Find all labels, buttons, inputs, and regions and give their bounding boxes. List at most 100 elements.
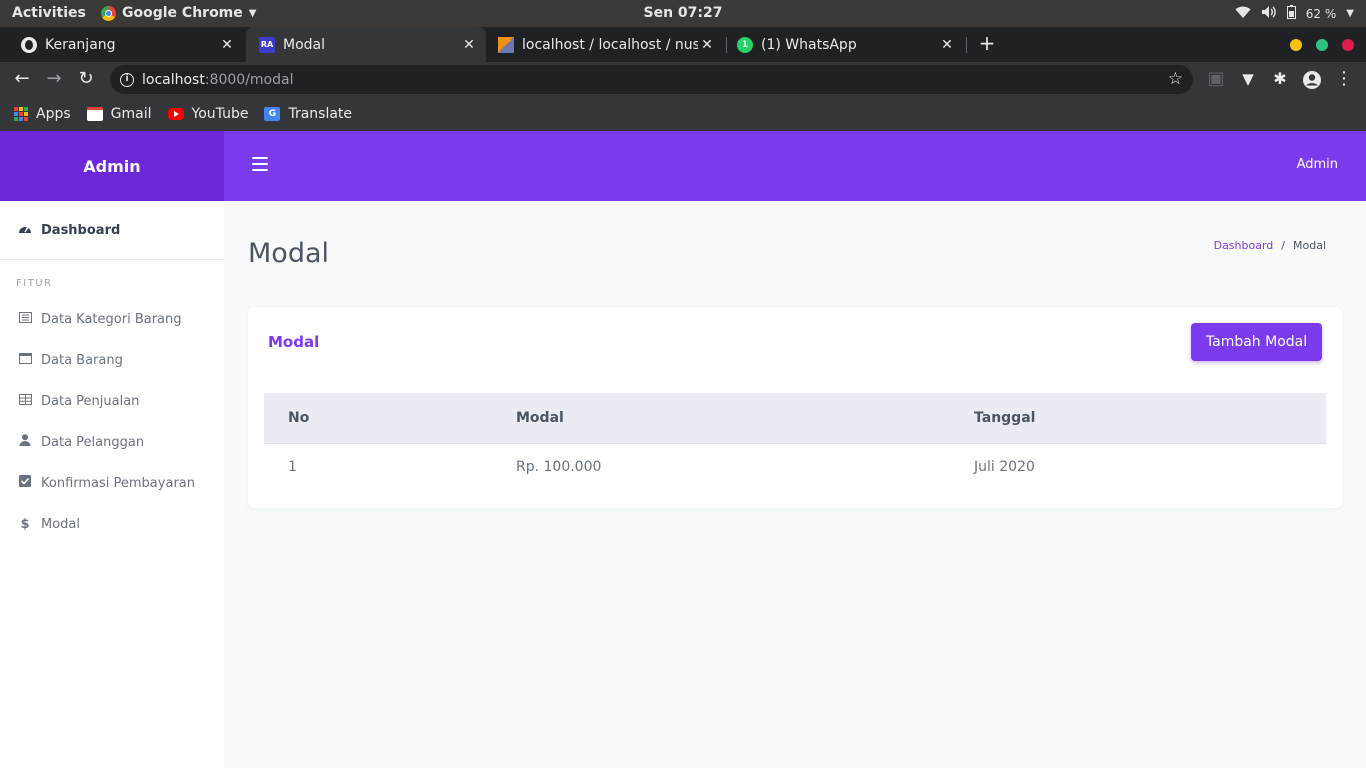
tab-keranjang[interactable]: Keranjang ✕ <box>0 27 244 62</box>
bookmark-label: Gmail <box>110 106 152 122</box>
column-header-no[interactable]: No <box>264 393 516 444</box>
tab-title: Keranjang <box>45 36 116 53</box>
puzzle-icon[interactable]: ✱ <box>1268 69 1292 88</box>
activities-button[interactable]: Activities <box>12 5 86 21</box>
app-menu[interactable]: Google Chrome ▼ <box>101 5 256 21</box>
maximize-button[interactable] <box>1316 39 1328 51</box>
column-header-modal[interactable]: Modal <box>516 393 974 444</box>
window-icon <box>17 352 33 368</box>
sidebar-item-dashboard[interactable]: Dashboard <box>0 215 224 245</box>
caret-down-icon: ▼ <box>248 7 257 19</box>
sidebar-divider <box>0 259 224 260</box>
close-icon[interactable]: ✕ <box>218 37 236 53</box>
vue-devtools-icon[interactable]: ▼ <box>1236 70 1260 88</box>
close-icon[interactable]: ✕ <box>698 37 716 53</box>
tab-phpmyadmin[interactable]: localhost / localhost / nus ✕ <box>488 27 724 62</box>
sidebar: Dashboard FITUR Data Kategori Barang Dat… <box>0 201 224 768</box>
user-menu[interactable]: Admin <box>1297 157 1338 172</box>
system-top-bar: Activities Google Chrome ▼ Sen 07:27 62 … <box>0 0 1366 27</box>
tambah-modal-button[interactable]: Tambah Modal <box>1191 323 1322 361</box>
card-title: Modal <box>268 333 320 351</box>
bookmark-label: Apps <box>36 106 71 122</box>
breadcrumb: Dashboard / Modal <box>1214 239 1326 252</box>
column-header-tanggal[interactable]: Tanggal <box>974 393 1326 444</box>
battery-percent: 62 % <box>1305 6 1337 21</box>
bookmark-gmail[interactable]: Gmail <box>86 106 152 122</box>
close-window-button[interactable] <box>1342 39 1354 51</box>
info-icon[interactable]: i <box>120 72 134 87</box>
browser-toolbar: ← → ↻ i localhost:8000/modal ☆ ▣ ▼ ✱ ⋮ <box>0 62 1366 97</box>
sidebar-item-data-penjualan[interactable]: Data Penjualan <box>0 386 224 416</box>
phpmyadmin-icon <box>498 36 514 53</box>
minimize-button[interactable] <box>1290 39 1302 51</box>
system-tray[interactable]: 62 % ▼ <box>1235 5 1354 22</box>
sidebar-item-label: Data Barang <box>41 352 123 368</box>
breadcrumb-separator: / <box>1281 239 1285 252</box>
check-square-icon <box>17 475 33 491</box>
tab-modal[interactable]: RA Modal ✕ <box>246 27 486 62</box>
chrome-icon <box>101 5 116 21</box>
tab-title: localhost / localhost / nus <box>522 36 698 53</box>
sidebar-item-modal[interactable]: $ Modal <box>0 509 224 539</box>
volume-icon <box>1261 5 1277 22</box>
close-icon[interactable]: ✕ <box>938 37 956 53</box>
sidebar-item-label: Data Penjualan <box>41 393 140 409</box>
bookmark-label: YouTube <box>191 106 249 122</box>
url-path: :8000/modal <box>204 71 294 88</box>
list-icon <box>17 311 33 327</box>
sidebar-item-data-pelanggan[interactable]: Data Pelanggan <box>0 427 224 457</box>
brand-logo[interactable]: Admin <box>0 131 224 201</box>
table-header-row: No Modal Tanggal <box>264 393 1326 444</box>
menu-kebab-icon[interactable]: ⋮ <box>1332 68 1356 89</box>
sidebar-item-konfirmasi-pembayaran[interactable]: Konfirmasi Pembayaran <box>0 468 224 498</box>
new-tab-button[interactable]: + <box>976 31 998 55</box>
tab-title: (1) WhatsApp <box>761 36 857 53</box>
app-name: Google Chrome <box>122 5 243 21</box>
star-icon[interactable]: ☆ <box>1168 69 1183 89</box>
back-icon[interactable]: ← <box>10 68 34 89</box>
dashboard-gauge-icon <box>17 222 33 238</box>
sidebar-item-data-barang[interactable]: Data Barang <box>0 345 224 375</box>
address-bar[interactable]: i localhost:8000/modal ☆ <box>110 65 1193 94</box>
modal-card: Modal Tambah Modal No Modal Tanggal 1 Rp… <box>248 307 1342 508</box>
breadcrumb-current: Modal <box>1293 239 1326 252</box>
caret-down-icon: ▼ <box>1346 8 1354 19</box>
bookmark-translate[interactable]: G Translate <box>264 106 352 122</box>
tab-title: Modal <box>283 36 325 53</box>
battery-icon <box>1286 5 1296 22</box>
user-icon <box>17 434 33 450</box>
tab-whatsapp[interactable]: 1 (1) WhatsApp ✕ <box>728 27 964 62</box>
profile-icon[interactable] <box>1300 70 1324 95</box>
reload-icon[interactable]: ↻ <box>74 68 98 89</box>
page-title: Modal <box>248 238 329 269</box>
bookmark-youtube[interactable]: YouTube <box>167 106 249 122</box>
cell-tanggal: Juli 2020 <box>974 459 1035 476</box>
sidebar-item-data-kategori-barang[interactable]: Data Kategori Barang <box>0 304 224 334</box>
wifi-icon <box>1235 6 1251 22</box>
translate-icon: G <box>264 107 281 121</box>
hamburger-menu-icon[interactable] <box>252 157 268 171</box>
cell-modal: Rp. 100.000 <box>516 459 602 476</box>
bookmark-apps[interactable]: Apps <box>14 106 71 122</box>
bookmarks-bar: Apps Gmail YouTube G Translate <box>0 97 1366 131</box>
whatsapp-icon: 1 <box>737 36 753 53</box>
cell-no: 1 <box>288 459 297 476</box>
sidebar-item-label: Konfirmasi Pembayaran <box>41 475 195 491</box>
breadcrumb-dashboard-link[interactable]: Dashboard <box>1214 239 1274 252</box>
sidebar-item-label: Data Pelanggan <box>41 434 145 450</box>
close-icon[interactable]: ✕ <box>460 37 478 53</box>
ra-favicon: RA <box>259 36 275 53</box>
extension-cast-icon[interactable]: ▣ <box>1204 68 1228 89</box>
tab-strip: Keranjang ✕ RA Modal ✕ localhost / local… <box>0 27 1366 62</box>
sidebar-section-heading: FITUR <box>16 278 53 289</box>
sidebar-item-label: Modal <box>41 516 80 532</box>
apps-grid-icon <box>14 107 28 121</box>
gmail-icon <box>86 107 103 121</box>
tab-separator <box>726 37 727 53</box>
url-host: localhost <box>142 71 205 88</box>
forward-icon[interactable]: → <box>42 68 66 89</box>
tab-separator <box>966 37 967 53</box>
sidebar-item-label: Data Kategori Barang <box>41 311 182 327</box>
top-navbar: Admin <box>224 131 1366 201</box>
table-row: 1 Rp. 100.000 Juli 2020 <box>264 443 1326 491</box>
